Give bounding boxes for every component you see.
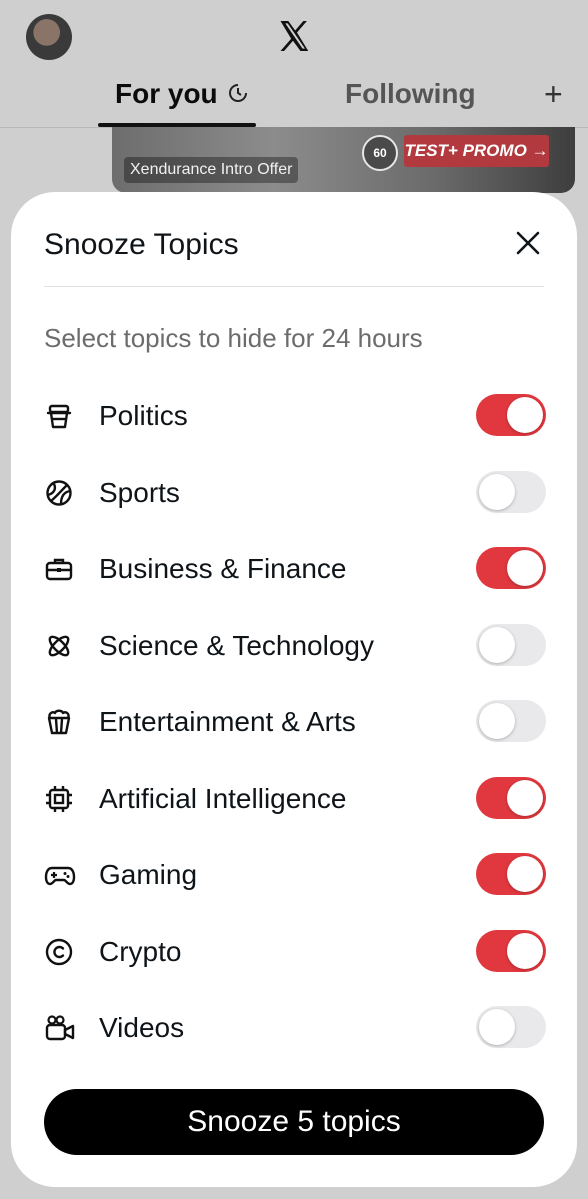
topic-list: Politics Sports Business & Finance Scien…	[44, 378, 546, 1067]
topic-row-crypto: Crypto	[44, 914, 546, 991]
toggle-knob	[479, 703, 515, 739]
topic-row-science-technology: Science & Technology	[44, 608, 546, 685]
videos-toggle[interactable]	[476, 1006, 546, 1048]
topic-row-entertainment-arts: Entertainment & Arts	[44, 684, 546, 761]
podium-icon	[44, 399, 78, 433]
sheet-title: Snooze Topics	[44, 228, 239, 261]
snooze-topics-button[interactable]: Snooze 5 topics	[44, 1089, 544, 1155]
sheet-divider	[44, 286, 544, 287]
toggle-knob	[507, 779, 543, 816]
sheet-subtitle: Select topics to hide for 24 hours	[44, 323, 423, 353]
promo-badge: 60	[362, 135, 398, 171]
top-bar: For you Following +	[0, 0, 588, 128]
tab-for-you-label: For you	[115, 78, 218, 109]
toggle-knob	[479, 626, 515, 663]
coin-icon	[44, 935, 78, 969]
atom-icon	[44, 629, 78, 663]
popcorn-icon	[44, 705, 78, 739]
close-icon	[516, 231, 540, 255]
business-finance-toggle[interactable]	[476, 547, 546, 589]
politics-toggle[interactable]	[476, 394, 546, 436]
topic-row-sports: Sports	[44, 455, 546, 532]
artificial-intelligence-toggle[interactable]	[476, 776, 546, 819]
gaming-toggle[interactable]	[476, 853, 546, 895]
promo-cta-button[interactable]: TEST+ PROMO →	[404, 135, 549, 167]
topic-row-artificial-intelligence: Artificial Intelligence	[44, 761, 546, 838]
snooze-topics-sheet: Snooze Topics Select topics to hide for …	[11, 192, 577, 1187]
gamepad-icon	[44, 858, 78, 892]
tab-following[interactable]: Following	[345, 78, 476, 110]
topic-row-business-finance: Business & Finance	[44, 531, 546, 608]
close-button[interactable]	[509, 224, 547, 262]
ball-icon	[44, 476, 78, 510]
plus-icon[interactable]: +	[544, 78, 563, 110]
video-camera-icon	[44, 1011, 78, 1045]
science-technology-toggle[interactable]	[476, 623, 546, 666]
sports-toggle[interactable]	[476, 470, 546, 513]
entertainment-arts-toggle[interactable]	[476, 700, 546, 742]
promo-banner[interactable]: Xendurance Intro Offer 60 TEST+ PROMO →	[112, 127, 575, 193]
topic-row-gaming: Gaming	[44, 837, 546, 914]
chip-icon	[44, 782, 78, 816]
toggle-knob	[479, 1009, 515, 1045]
toggle-knob	[507, 397, 543, 433]
toggle-knob	[479, 473, 515, 510]
promo-label: Xendurance Intro Offer	[124, 157, 299, 183]
topic-row-videos: Videos	[44, 990, 546, 1067]
avatar[interactable]	[26, 14, 72, 60]
x-logo-icon	[276, 18, 312, 54]
crypto-toggle[interactable]	[476, 929, 546, 972]
topic-row-politics: Politics	[44, 378, 546, 455]
tab-for-you[interactable]: For you	[115, 78, 248, 110]
tab-following-label: Following	[345, 78, 476, 109]
briefcase-icon	[44, 552, 78, 586]
toggle-knob	[507, 932, 543, 969]
timeline-clock-icon[interactable]	[228, 78, 248, 110]
toggle-knob	[507, 856, 543, 892]
toggle-knob	[507, 550, 543, 586]
